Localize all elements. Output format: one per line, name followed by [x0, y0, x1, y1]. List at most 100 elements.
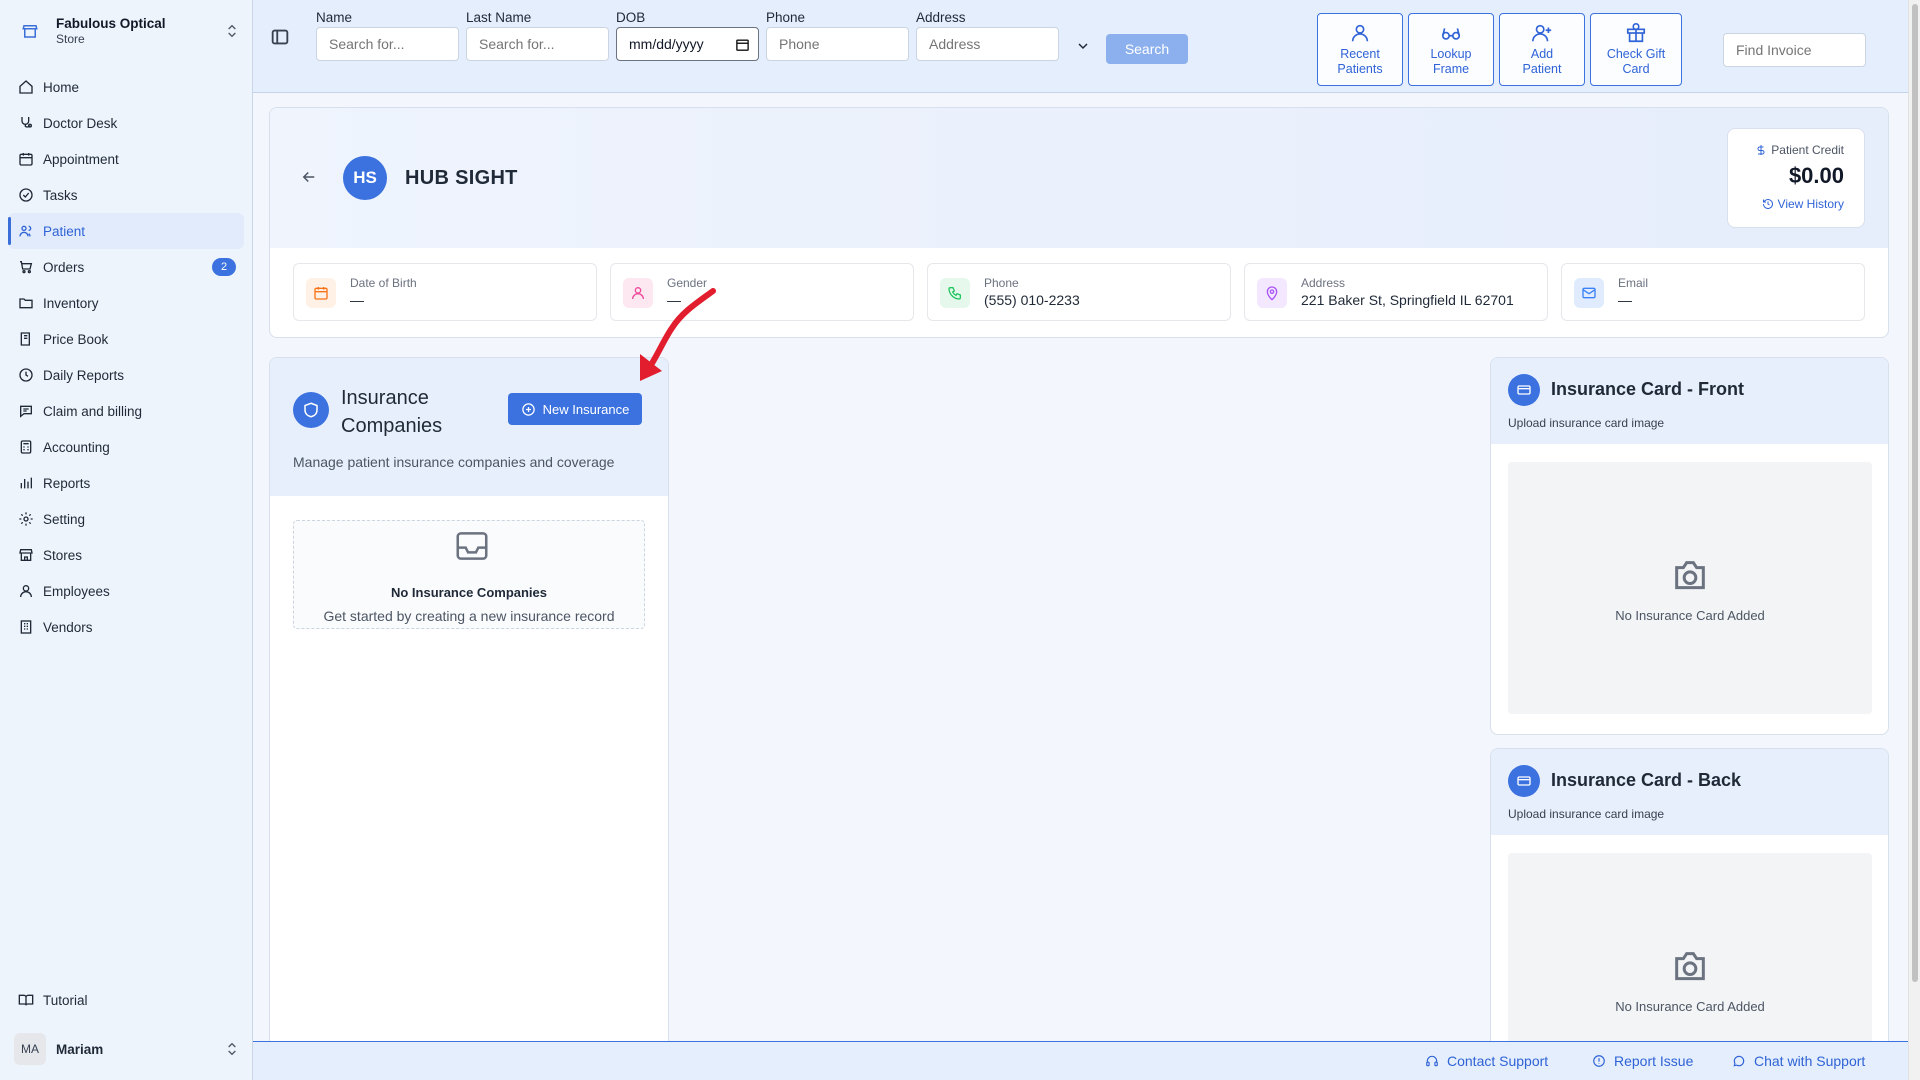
- sidebar-item-reports[interactable]: Reports: [8, 465, 244, 501]
- user-icon: [1351, 24, 1369, 42]
- page-scrollbar[interactable]: [1908, 0, 1920, 1080]
- name-search-field: Name: [316, 10, 459, 61]
- building-icon: [20, 620, 32, 634]
- dob-value: mm/dd/yyyy: [629, 36, 704, 52]
- card-back-header: Insurance Card - Back Upload insurance c…: [1491, 749, 1888, 835]
- sidebar-item-doctor-desk[interactable]: Doctor Desk: [8, 105, 244, 141]
- sidebar-item-vendors[interactable]: Vendors: [8, 609, 244, 645]
- tutorial-link[interactable]: Tutorial: [18, 988, 88, 1012]
- sidebar-item-tasks[interactable]: Tasks: [8, 177, 244, 213]
- camera-icon: [1675, 561, 1705, 590]
- scrollbar-thumb[interactable]: [1912, 4, 1918, 982]
- recent-patients-line2: Patients: [1337, 62, 1383, 76]
- insurance-companies-panel: Insurance Companies New Insurance Manage…: [269, 357, 669, 1047]
- inbox-icon: [456, 532, 488, 560]
- sidebar-item-inventory[interactable]: Inventory: [8, 285, 244, 321]
- sidebar-item-orders[interactable]: Orders 2: [8, 249, 244, 285]
- avatar: MA: [14, 1033, 46, 1065]
- gender-info-tile: Gender —: [610, 263, 914, 321]
- user-icon: [623, 278, 653, 308]
- chat-support-link[interactable]: Chat with Support: [1732, 1053, 1865, 1069]
- sidebar-item-label: Doctor Desk: [43, 115, 118, 131]
- map-pin-icon: [1257, 278, 1287, 308]
- store-switcher[interactable]: Fabulous Optical Store: [14, 10, 240, 52]
- user-menu[interactable]: MA Mariam: [14, 1032, 240, 1066]
- contact-support-link[interactable]: Contact Support: [1425, 1053, 1548, 1069]
- name-search-input[interactable]: [316, 27, 459, 61]
- address-search-input[interactable]: [916, 27, 1059, 61]
- folder-icon: [19, 298, 33, 309]
- card-back-subtitle: Upload insurance card image: [1508, 807, 1665, 821]
- orders-count-badge: 2: [212, 258, 236, 276]
- chevrons-up-down-icon: [228, 1042, 236, 1056]
- card-front-upload-area[interactable]: No Insurance Card Added: [1508, 462, 1872, 714]
- credit-label-text: Patient Credit: [1771, 143, 1844, 157]
- patient-credit-label: Patient Credit: [1755, 143, 1844, 157]
- sidebar-item-price-book[interactable]: Price Book: [8, 321, 244, 357]
- dob-input[interactable]: mm/dd/yyyy: [616, 27, 759, 61]
- insurance-companies-title: Insurance Companies: [341, 387, 443, 437]
- book-icon: [20, 332, 30, 346]
- recent-patients-line1: Recent: [1340, 47, 1380, 61]
- calendar-icon[interactable]: [735, 37, 750, 52]
- user-name: Mariam: [56, 1041, 104, 1057]
- phone-search-input[interactable]: [766, 27, 909, 61]
- camera-icon: [1675, 952, 1705, 981]
- bar-chart-icon: [20, 477, 32, 489]
- view-history-link[interactable]: View History: [1762, 197, 1844, 211]
- sidebar-item-stores[interactable]: Stores: [8, 537, 244, 573]
- phone-label: Phone: [766, 10, 806, 25]
- add-patient-button[interactable]: Add Patient: [1499, 13, 1585, 86]
- address-info-value: 221 Baker St, Springfield IL 62701: [1301, 292, 1514, 308]
- home-icon: [19, 80, 33, 94]
- empty-state-title: No Insurance Companies: [390, 585, 548, 600]
- message-icon: [20, 405, 32, 418]
- patient-name: HUB SIGHT: [405, 167, 518, 189]
- check-gift-card-button[interactable]: Check Gift Card: [1590, 13, 1682, 86]
- sidebar-item-setting[interactable]: Setting: [8, 501, 244, 537]
- new-insurance-button[interactable]: New Insurance: [508, 393, 642, 425]
- sidebar-item-label: Stores: [43, 547, 83, 563]
- address-search-field: Address: [916, 10, 1059, 61]
- user-icon: [20, 585, 32, 598]
- sidebar-item-employees[interactable]: Employees: [8, 573, 244, 609]
- sidebar-toggle-icon[interactable]: [269, 26, 291, 48]
- lookup-frame-line2: Frame: [1432, 62, 1470, 76]
- search-button[interactable]: Search: [1106, 34, 1188, 64]
- sidebar-item-home[interactable]: Home: [8, 69, 244, 105]
- report-issue-label: Report Issue: [1614, 1053, 1694, 1069]
- sidebar-item-patient[interactable]: Patient: [8, 213, 244, 249]
- email-info-value: —: [1618, 292, 1632, 308]
- chat-support-label: Chat with Support: [1754, 1053, 1866, 1069]
- lookup-frame-button[interactable]: Lookup Frame: [1408, 13, 1494, 86]
- sidebar-item-label: Accounting: [43, 439, 110, 455]
- sidebar-item-label: Price Book: [43, 331, 109, 347]
- lastname-search-input[interactable]: [466, 27, 609, 61]
- footer: Contact Support Report Issue Chat with S…: [253, 1041, 1908, 1080]
- chevron-down-icon[interactable]: [1075, 38, 1091, 54]
- find-invoice-input[interactable]: [1723, 33, 1866, 67]
- view-history-label: View History: [1777, 197, 1844, 211]
- sidebar-item-appointment[interactable]: Appointment: [8, 141, 244, 177]
- card-back-title: Insurance Card - Back: [1551, 770, 1742, 790]
- dob-search-field: DOB mm/dd/yyyy: [616, 10, 759, 61]
- phone-info-tile: Phone (555) 010-2233: [927, 263, 1231, 321]
- book-open-icon: [18, 994, 34, 1006]
- patient-credit-value: $0.00: [1788, 163, 1844, 188]
- sidebar-item-label: Patient: [43, 223, 86, 239]
- phone-icon: [940, 278, 970, 308]
- dob-info-label: Date of Birth: [350, 276, 417, 290]
- back-arrow-icon[interactable]: [300, 168, 318, 186]
- history-icon: [1762, 199, 1773, 209]
- user-plus-icon: [1532, 24, 1552, 42]
- report-issue-link[interactable]: Report Issue: [1592, 1053, 1693, 1069]
- sidebar-item-accounting[interactable]: Accounting: [8, 429, 244, 465]
- sidebar-item-claim-billing[interactable]: Claim and billing: [8, 393, 244, 429]
- phone-search-field: Phone: [766, 10, 909, 61]
- insurance-panel-header: Insurance Companies New Insurance Manage…: [270, 358, 668, 496]
- recent-patients-button[interactable]: Recent Patients: [1317, 13, 1403, 86]
- tutorial-label: Tutorial: [43, 992, 88, 1008]
- address-info-label: Address: [1301, 276, 1346, 290]
- sidebar-item-daily-reports[interactable]: Daily Reports: [8, 357, 244, 393]
- lookup-frame-line1: Lookup: [1430, 47, 1472, 61]
